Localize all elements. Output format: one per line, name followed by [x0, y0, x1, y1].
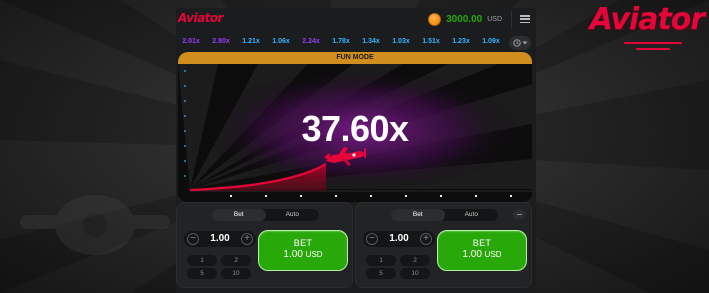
current-multiplier: 37.60x	[301, 108, 409, 149]
balance-value: 3000.00	[446, 13, 483, 25]
decrease-button[interactable]: −	[187, 233, 199, 245]
quick-amount-2[interactable]: 2	[221, 255, 251, 266]
history-multiplier[interactable]: 1.34x	[356, 38, 386, 45]
bet-amount-currency: USD	[484, 250, 502, 259]
tab-auto[interactable]: Auto	[445, 209, 499, 221]
history-multiplier[interactable]: 1.06x	[266, 38, 296, 45]
history-multiplier[interactable]: 1.51x	[416, 38, 446, 45]
bet-button-amount: 1.00 USD	[259, 249, 347, 260]
bet-mode-tabs: Bet Auto	[212, 209, 319, 221]
quick-amount-5[interactable]: 5	[187, 268, 217, 279]
logo-underline	[624, 42, 682, 44]
history-multiplier[interactable]: 1.09x	[476, 38, 506, 45]
bet-button-label: BET	[472, 238, 492, 248]
history-multiplier[interactable]: 1.78x	[326, 38, 356, 45]
bet-amount-value: 1.00	[462, 249, 482, 260]
menu-icon[interactable]	[520, 15, 530, 23]
bet-button[interactable]: BET 1.00 USD	[437, 230, 527, 271]
multiplier-history: 2.01x 2.80x 1.21x 1.06x 2.24x 1.78x 1.34x 1.03x…	[176, 32, 536, 50]
remove-panel-button[interactable]	[513, 210, 525, 219]
bet-amount-input[interactable]: 1.00	[200, 233, 240, 244]
tab-bet[interactable]: Bet	[391, 209, 445, 221]
logo-underline-small	[636, 48, 670, 50]
history-button[interactable]	[509, 36, 531, 50]
increase-button[interactable]: +	[420, 233, 432, 245]
coin-icon	[428, 12, 442, 26]
history-multiplier[interactable]: 1.23x	[446, 38, 476, 45]
background-plane-silhouette	[20, 195, 170, 255]
tab-bet[interactable]: Bet	[212, 209, 266, 221]
quick-amount-10[interactable]: 10	[400, 268, 430, 279]
tab-auto[interactable]: Auto	[266, 209, 320, 221]
aviator-logo-large: Aviator	[586, 2, 708, 54]
game-frame: Aviator 3000.00 USD 2.01x 2.80x 1.21x 1.06x…	[176, 8, 536, 293]
quick-amount-2[interactable]: 2	[400, 255, 430, 266]
history-multiplier[interactable]: 1.21x	[236, 38, 266, 45]
aviator-logo[interactable]: Aviator	[178, 11, 224, 25]
topbar-divider	[511, 10, 512, 28]
quick-amount-5[interactable]: 5	[366, 268, 396, 279]
bet-button[interactable]: BET 1.00 USD	[258, 230, 348, 271]
increase-button[interactable]: +	[241, 233, 253, 245]
quick-amount-1[interactable]: 1	[366, 255, 396, 266]
bet-mode-tabs: Bet Auto	[391, 209, 498, 221]
chevron-down-icon	[522, 41, 527, 45]
bet-amount-value: 1.00	[283, 249, 303, 260]
bet-panel-2: Bet Auto − 1.00 + 1 2 5 10 BET 1.00 USD	[355, 202, 532, 288]
history-icon	[512, 39, 521, 47]
bet-amount-input[interactable]: 1.00	[379, 233, 419, 244]
quick-amount-1[interactable]: 1	[187, 255, 217, 266]
history-multiplier[interactable]: 2.80x	[206, 38, 236, 45]
history-multiplier[interactable]: 1.03x	[386, 38, 416, 45]
balance-display: 3000.00 USD	[428, 12, 502, 26]
history-multiplier[interactable]: 2.24x	[296, 38, 326, 45]
history-multiplier[interactable]: 2.01x	[176, 38, 206, 45]
bet-button-amount: 1.00 USD	[438, 249, 526, 260]
top-bar: Aviator 3000.00 USD	[176, 8, 536, 30]
bet-button-label: BET	[293, 238, 313, 248]
fun-mode-banner: FUN MODE	[178, 52, 532, 64]
balance-currency: USD	[487, 15, 502, 23]
quick-amount-10[interactable]: 10	[221, 268, 251, 279]
bet-amount-stepper: − 1.00 +	[363, 231, 435, 247]
logo-text: Aviator	[589, 2, 705, 37]
game-playfield: FUN MODE 37.60x	[178, 52, 532, 202]
decrease-button[interactable]: −	[366, 233, 378, 245]
bet-panel-1: Bet Auto − 1.00 + 1 2 5 10 BET 1.00 USD	[176, 202, 353, 288]
bet-amount-currency: USD	[305, 250, 323, 259]
bet-amount-stepper: − 1.00 +	[184, 231, 256, 247]
